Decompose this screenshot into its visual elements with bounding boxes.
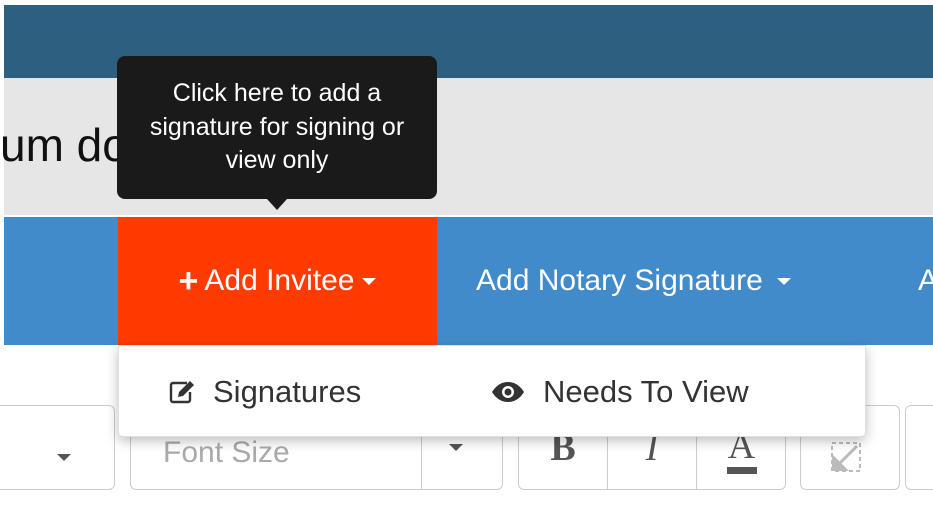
edit-icon bbox=[169, 380, 195, 404]
resize-icon bbox=[831, 442, 861, 477]
eye-icon bbox=[491, 381, 525, 403]
menu-item-signatures[interactable]: Signatures bbox=[169, 346, 361, 438]
caret-down-icon bbox=[57, 454, 71, 461]
add-invitee-label: Add Invitee bbox=[204, 264, 355, 297]
menu-item-needs-to-view-label: Needs To View bbox=[543, 374, 749, 409]
toolbar-more-button[interactable] bbox=[905, 405, 933, 490]
menu-item-needs-to-view[interactable]: Needs To View bbox=[491, 346, 749, 438]
font-size-placeholder: Font Size bbox=[163, 436, 290, 469]
font-color-swatch bbox=[726, 467, 757, 474]
add-notary-signature-button[interactable]: Add Notary Signature bbox=[476, 217, 791, 345]
add-invitee-button[interactable]: + Add Invitee bbox=[118, 217, 437, 345]
nav-item-partial-label: A bbox=[918, 264, 933, 297]
add-notary-signature-label: Add Notary Signature bbox=[476, 264, 763, 297]
caret-down-icon[interactable] bbox=[449, 444, 463, 451]
nav-item-partial[interactable]: A bbox=[918, 217, 933, 345]
caret-down-icon bbox=[776, 277, 791, 285]
tooltip-arrow bbox=[267, 199, 287, 210]
tooltip-text: Click here to add a signature for signin… bbox=[149, 78, 405, 175]
add-invitee-dropdown-menu: Signatures Needs To View bbox=[118, 345, 866, 437]
caret-down-icon bbox=[362, 277, 377, 285]
plus-icon: + bbox=[178, 262, 199, 300]
toolbar-dropdown-select[interactable] bbox=[0, 405, 115, 490]
app-screen: um dolor sit amet + Add Invitee Add Nota… bbox=[0, 0, 933, 506]
menu-item-signatures-label: Signatures bbox=[213, 374, 362, 409]
add-invitee-tooltip: Click here to add a signature for signin… bbox=[117, 56, 437, 199]
